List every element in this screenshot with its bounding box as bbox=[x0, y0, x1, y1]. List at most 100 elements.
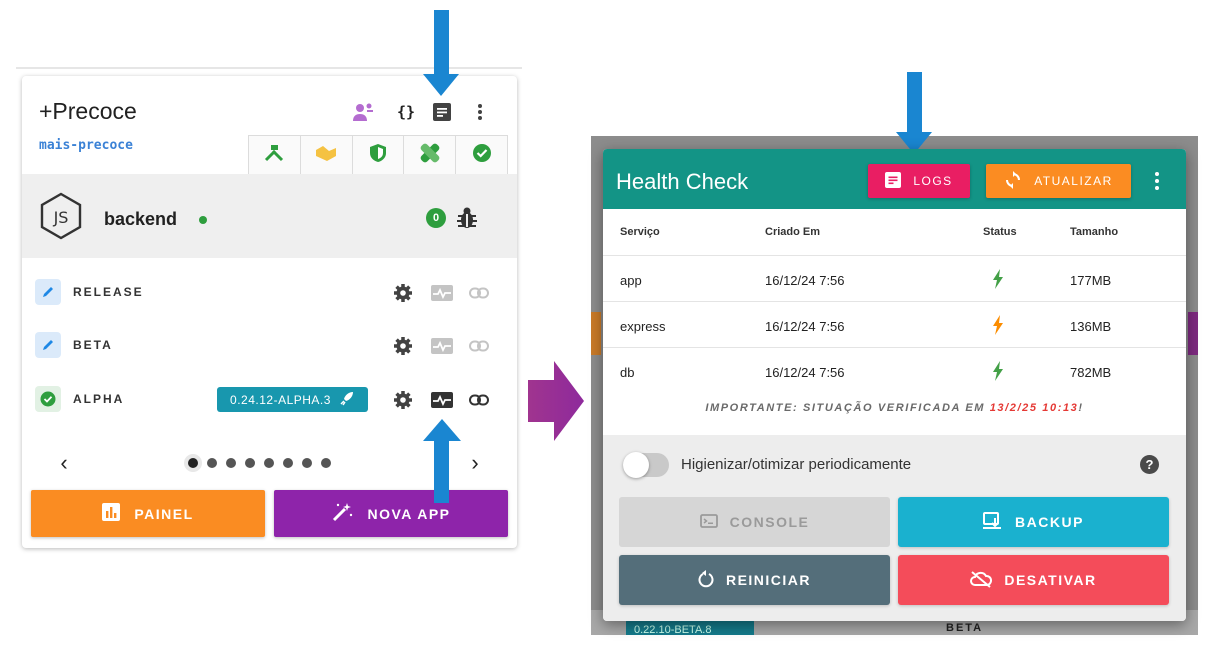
backdrop-version-chip: 0.22.10-BETA.8 bbox=[626, 620, 754, 635]
optimize-toggle-label: Higienizar/otimizar periodicamente bbox=[681, 456, 912, 473]
help-icon[interactable]: ? bbox=[1140, 455, 1159, 474]
bandage-icon bbox=[420, 143, 440, 168]
lightning-status-icon bbox=[992, 361, 1004, 386]
annotation-arrow-logs bbox=[907, 72, 922, 132]
toggle-knob bbox=[623, 452, 649, 478]
pulse-monitor-icon[interactable] bbox=[430, 388, 454, 412]
created-at: 16/12/24 7:56 bbox=[765, 273, 845, 288]
pager-dot[interactable] bbox=[207, 458, 217, 468]
table-row: express 16/12/24 7:56 136MB bbox=[603, 301, 1186, 347]
service-name: express bbox=[620, 319, 666, 334]
pencil-icon[interactable] bbox=[35, 332, 61, 358]
annotation-arrow-down bbox=[434, 10, 449, 74]
created-at: 16/12/24 7:56 bbox=[765, 319, 845, 334]
pager-dot[interactable] bbox=[245, 458, 255, 468]
panel-button-label: PAINEL bbox=[134, 505, 194, 522]
bar-chart-icon bbox=[102, 503, 121, 524]
document-icon bbox=[885, 171, 902, 191]
env-row-release[interactable]: RELEASE bbox=[22, 273, 517, 313]
console-button[interactable]: CONSOLE bbox=[619, 497, 890, 547]
pager-dot[interactable] bbox=[188, 458, 198, 468]
bug-icon[interactable] bbox=[456, 206, 478, 235]
pager-dot[interactable] bbox=[283, 458, 293, 468]
gear-icon[interactable] bbox=[391, 281, 415, 305]
annotation-arrow-right bbox=[528, 361, 584, 446]
service-size: 782MB bbox=[1070, 365, 1112, 380]
notice-text: : SITUAÇÃO VERIFICADA EM bbox=[793, 402, 990, 414]
env-row-beta[interactable]: BETA bbox=[22, 326, 517, 366]
logs-button-label: LOGS bbox=[913, 174, 953, 188]
backend-name: backend bbox=[104, 209, 178, 229]
feature-tabs bbox=[248, 135, 508, 175]
pager-dots bbox=[188, 458, 331, 468]
document-icon[interactable] bbox=[430, 100, 454, 124]
svg-text:JS: JS bbox=[53, 208, 69, 227]
magic-wand-icon bbox=[331, 501, 353, 526]
column-header-created: Criado Em bbox=[765, 226, 821, 238]
link-icon[interactable] bbox=[467, 281, 491, 305]
backup-icon bbox=[983, 511, 1003, 533]
team-icon[interactable] bbox=[352, 100, 376, 124]
link-icon[interactable] bbox=[467, 388, 491, 412]
dialog-header: Health Check LOGS ATUALIZAR bbox=[603, 149, 1186, 209]
service-name: db bbox=[620, 365, 635, 380]
refresh-icon bbox=[1004, 170, 1022, 192]
tab-security[interactable] bbox=[352, 135, 405, 175]
panel-button[interactable]: PAINEL bbox=[31, 490, 265, 537]
restart-button[interactable]: REINICIAR bbox=[619, 555, 890, 605]
refresh-button[interactable]: ATUALIZAR bbox=[986, 164, 1131, 198]
table-row: app 16/12/24 7:56 177MB bbox=[603, 255, 1186, 301]
pager-prev-button[interactable]: ‹ bbox=[53, 450, 75, 475]
env-row-alpha[interactable]: ALPHA 0.24.12-ALPHA.3 bbox=[22, 380, 517, 420]
backdrop-newapp-strip bbox=[1188, 312, 1198, 355]
link-icon[interactable] bbox=[467, 334, 491, 358]
service-size: 177MB bbox=[1070, 273, 1112, 288]
pager-dot[interactable] bbox=[226, 458, 236, 468]
created-at: 16/12/24 7:56 bbox=[765, 365, 845, 380]
version-chip[interactable]: 0.24.12-ALPHA.3 bbox=[217, 387, 368, 412]
optimize-toggle[interactable] bbox=[623, 452, 669, 478]
notice-suffix: ! bbox=[1078, 402, 1084, 414]
console-button-label: CONSOLE bbox=[729, 514, 810, 530]
table-row: db 16/12/24 7:56 782MB bbox=[603, 347, 1186, 393]
app-slug: mais-precoce bbox=[39, 138, 133, 153]
backdrop-env-label: BETA bbox=[946, 622, 984, 634]
nodejs-icon: JS bbox=[39, 192, 83, 245]
notice-prefix: IMPORTANTE bbox=[705, 402, 794, 414]
pager-dot[interactable] bbox=[302, 458, 312, 468]
code-braces-icon[interactable]: {} bbox=[394, 100, 418, 124]
tab-health[interactable] bbox=[404, 135, 457, 175]
backup-button[interactable]: BACKUP bbox=[898, 497, 1169, 547]
pager-dot[interactable] bbox=[321, 458, 331, 468]
restart-icon bbox=[698, 569, 714, 591]
check-badge-icon[interactable] bbox=[35, 386, 61, 412]
terminal-icon bbox=[699, 513, 718, 531]
gear-icon[interactable] bbox=[391, 388, 415, 412]
logs-button[interactable]: LOGS bbox=[868, 164, 970, 198]
pulse-monitor-icon[interactable] bbox=[430, 334, 454, 358]
env-label: ALPHA bbox=[73, 392, 125, 406]
pager-next-button[interactable]: › bbox=[464, 450, 486, 475]
handshake-icon bbox=[315, 144, 337, 167]
tab-tools[interactable] bbox=[248, 135, 301, 175]
gear-icon[interactable] bbox=[391, 334, 415, 358]
tools-icon bbox=[263, 143, 285, 168]
annotation-arrow-down-head bbox=[423, 74, 459, 96]
pulse-monitor-icon[interactable] bbox=[430, 281, 454, 305]
pager-dot[interactable] bbox=[264, 458, 274, 468]
pencil-icon[interactable] bbox=[35, 279, 61, 305]
env-label: RELEASE bbox=[73, 285, 144, 299]
disable-button[interactable]: DESATIVAR bbox=[898, 555, 1169, 605]
tab-verified[interactable] bbox=[456, 135, 508, 175]
more-vert-icon[interactable] bbox=[1147, 169, 1167, 193]
health-check-dialog: Health Check LOGS ATUALIZAR Serviço Cria… bbox=[603, 149, 1186, 621]
dialog-title: Health Check bbox=[616, 169, 749, 194]
verified-icon bbox=[472, 143, 492, 168]
new-app-button[interactable]: NOVA APP bbox=[274, 490, 508, 537]
tab-partners[interactable] bbox=[300, 135, 353, 175]
dialog-footer: Higienizar/otimizar periodicamente ? CON… bbox=[603, 435, 1186, 621]
rocket-icon bbox=[339, 390, 355, 409]
shield-icon bbox=[369, 143, 387, 168]
notice-date: 13/2/25 10:13 bbox=[989, 402, 1079, 414]
more-vert-icon[interactable] bbox=[468, 100, 492, 124]
